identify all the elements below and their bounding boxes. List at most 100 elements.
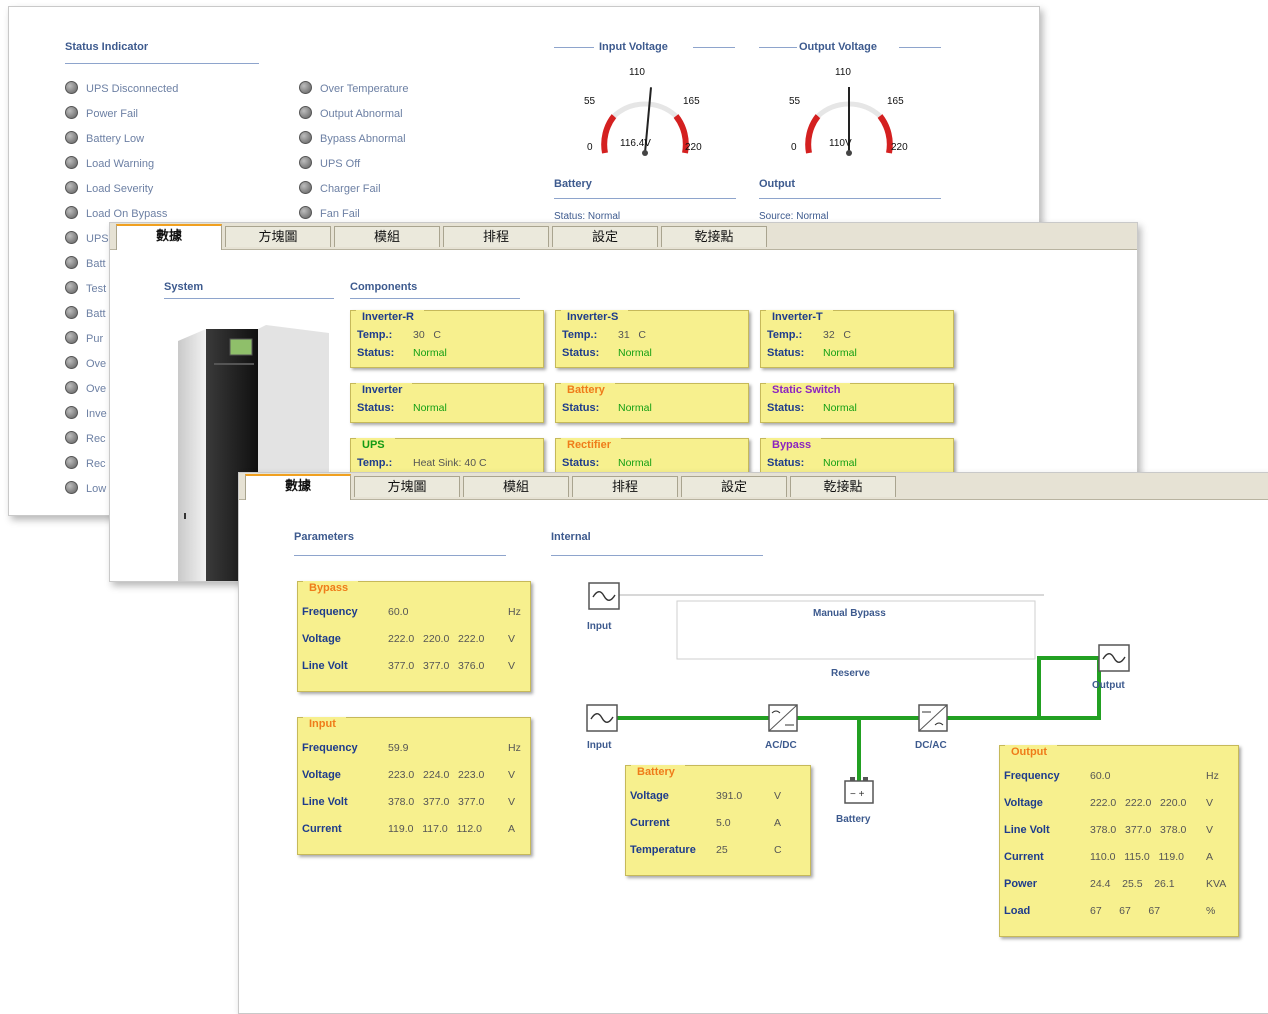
data-tab-settings[interactable]: 設定 — [681, 476, 787, 497]
status-led-icon — [65, 181, 78, 194]
output-gauge-high-label: 165 — [887, 96, 904, 107]
status-indicator-item: UPS — [65, 231, 109, 245]
status-indicator-item: UPS Disconnected — [65, 81, 178, 95]
battery_card-param-label: Temperature — [630, 844, 696, 856]
status-indicator-item: Battery Low — [65, 131, 144, 145]
battery_card-param-value: 25 — [716, 844, 728, 856]
output-gauge-title: Output Voltage — [799, 41, 878, 53]
status-indicator-item: Rec — [65, 456, 106, 470]
status-indicator-label: Output Abnormal — [320, 108, 403, 120]
status-led-icon — [65, 356, 78, 369]
input-top-label: Input — [587, 621, 612, 632]
bypass_card-card-panel: Bypass Frequency 60.0 Hz Voltage 222.0 220.0 … — [297, 581, 531, 692]
data-tab-block-diagram[interactable]: 方塊圖 — [354, 476, 460, 497]
component-card: Inverter-S Temp.: 31 C Status: Normal — [555, 310, 749, 368]
status-indicator-item: Low — [65, 481, 106, 495]
ups-display-panel — [229, 338, 253, 356]
data-tab-modules[interactable]: 模組 — [463, 476, 569, 497]
components-title: Components — [350, 281, 418, 293]
status-led-icon — [65, 431, 78, 444]
status-indicator-label: Batt — [86, 308, 106, 320]
status-led-icon — [65, 406, 78, 419]
status-indicator-item: UPS Off — [299, 156, 360, 170]
component-field-value: 31 C — [618, 329, 647, 341]
component-card-title: Inverter-R — [356, 310, 424, 324]
status-indicator-label: Load Warning — [86, 158, 155, 170]
output_card-param-label: Load — [1004, 905, 1031, 917]
component-field-label: Status: — [562, 402, 600, 414]
data-tab-dry-contact[interactable]: 乾接點 — [790, 476, 896, 497]
status-led-icon — [65, 331, 78, 344]
status-indicator-label: Charger Fail — [320, 183, 381, 195]
components-tab-data[interactable]: 數據 — [116, 224, 222, 250]
components-tab-modules[interactable]: 模組 — [334, 226, 440, 247]
status-indicator-label: Bypass Abnormal — [320, 133, 406, 145]
bypass_card-param-value: 377.0 377.0 376.0 — [388, 660, 485, 672]
component-field-value: 32 C — [823, 329, 852, 341]
input_card-param-label: Frequency — [302, 742, 358, 754]
component-field-value: Normal — [823, 457, 857, 469]
input-gauge-low-label: 55 — [584, 96, 596, 107]
component-card: Battery Status: Normal — [555, 383, 749, 423]
status-led-icon — [65, 481, 78, 494]
input-top-node-icon — [588, 582, 620, 610]
status-indicator-label: UPS Off — [320, 158, 361, 170]
data-tab-schedule[interactable]: 排程 — [572, 476, 678, 497]
input-node-icon — [586, 704, 618, 732]
output-title: Output — [759, 178, 796, 190]
ac-dc-label: AC/DC — [765, 740, 797, 751]
bypass_card-card-title: Bypass — [303, 581, 359, 595]
ups-door-handle — [184, 513, 186, 519]
bypass_card-param-label: Line Volt — [302, 660, 348, 672]
status-indicator-label: Ove — [86, 358, 107, 370]
input-gauge-hub — [642, 150, 648, 156]
component-field-label: Status: — [357, 402, 395, 414]
components-tab-schedule[interactable]: 排程 — [443, 226, 549, 247]
status-indicator-label: Battery Low — [86, 133, 145, 145]
component-card: Static Switch Status: Normal — [760, 383, 954, 423]
output-gauge-min-label: 0 — [791, 142, 797, 153]
components-tab-dry-contact[interactable]: 乾接點 — [661, 226, 767, 247]
output-node-label: Output — [1092, 680, 1125, 691]
component-card-title: Static Switch — [766, 383, 851, 397]
status-indicator-item: Test — [65, 281, 106, 295]
component-field-label: Status: — [357, 347, 395, 359]
status-indicator-label: Power Fail — [86, 108, 138, 120]
svg-text:− +: − + — [850, 789, 865, 800]
battery-node-label: Battery — [836, 814, 871, 825]
status-led-icon — [65, 281, 78, 294]
input_card-param-unit: Hz — [508, 742, 521, 754]
status-indicator-label: Load Severity — [86, 183, 154, 195]
data-tab-data[interactable]: 數據 — [245, 474, 351, 500]
bypass_card-param-unit: V — [508, 660, 516, 672]
bypass_card-param-unit: V — [508, 633, 516, 645]
component-field-label: Status: — [767, 457, 805, 469]
battery-status: Status: Normal — [554, 211, 621, 222]
main-flow-line — [615, 656, 1109, 720]
component-field-value: Normal — [413, 402, 447, 414]
dc-ac-label: DC/AC — [915, 740, 947, 751]
input-gauge-max-label: 220 — [685, 142, 702, 153]
status-led-icon — [65, 306, 78, 319]
ups-panel-line — [214, 363, 254, 365]
status-indicator-item: Power Fail — [65, 106, 138, 120]
status-indicator-item: Rec — [65, 431, 106, 445]
component-field-value: 30 C — [413, 329, 442, 341]
component-card: Inverter Status: Normal — [350, 383, 544, 423]
status-led-icon — [65, 156, 78, 169]
output_card-param-unit: % — [1206, 905, 1216, 917]
status-indicator-item: Output Abnormal — [299, 106, 403, 120]
status-led-icon — [299, 131, 312, 144]
status-indicator-label: Over Temperature — [320, 83, 409, 95]
components-tab-block-diagram[interactable]: 方塊圖 — [225, 226, 331, 247]
input-gauge-low-arc — [601, 114, 617, 154]
output_card-param-value: 110.0 115.0 119.0 — [1090, 851, 1184, 863]
components-rule — [350, 298, 520, 299]
status-led-icon — [299, 206, 312, 219]
output_card-param-label: Current — [1004, 851, 1044, 863]
output-gauge-reading: 110V — [829, 138, 852, 149]
input_card-param-value: 223.0 224.0 223.0 — [388, 769, 485, 781]
input_card-param-label: Current — [302, 823, 342, 835]
component-field-value: Normal — [618, 402, 652, 414]
components-tab-settings[interactable]: 設定 — [552, 226, 658, 247]
